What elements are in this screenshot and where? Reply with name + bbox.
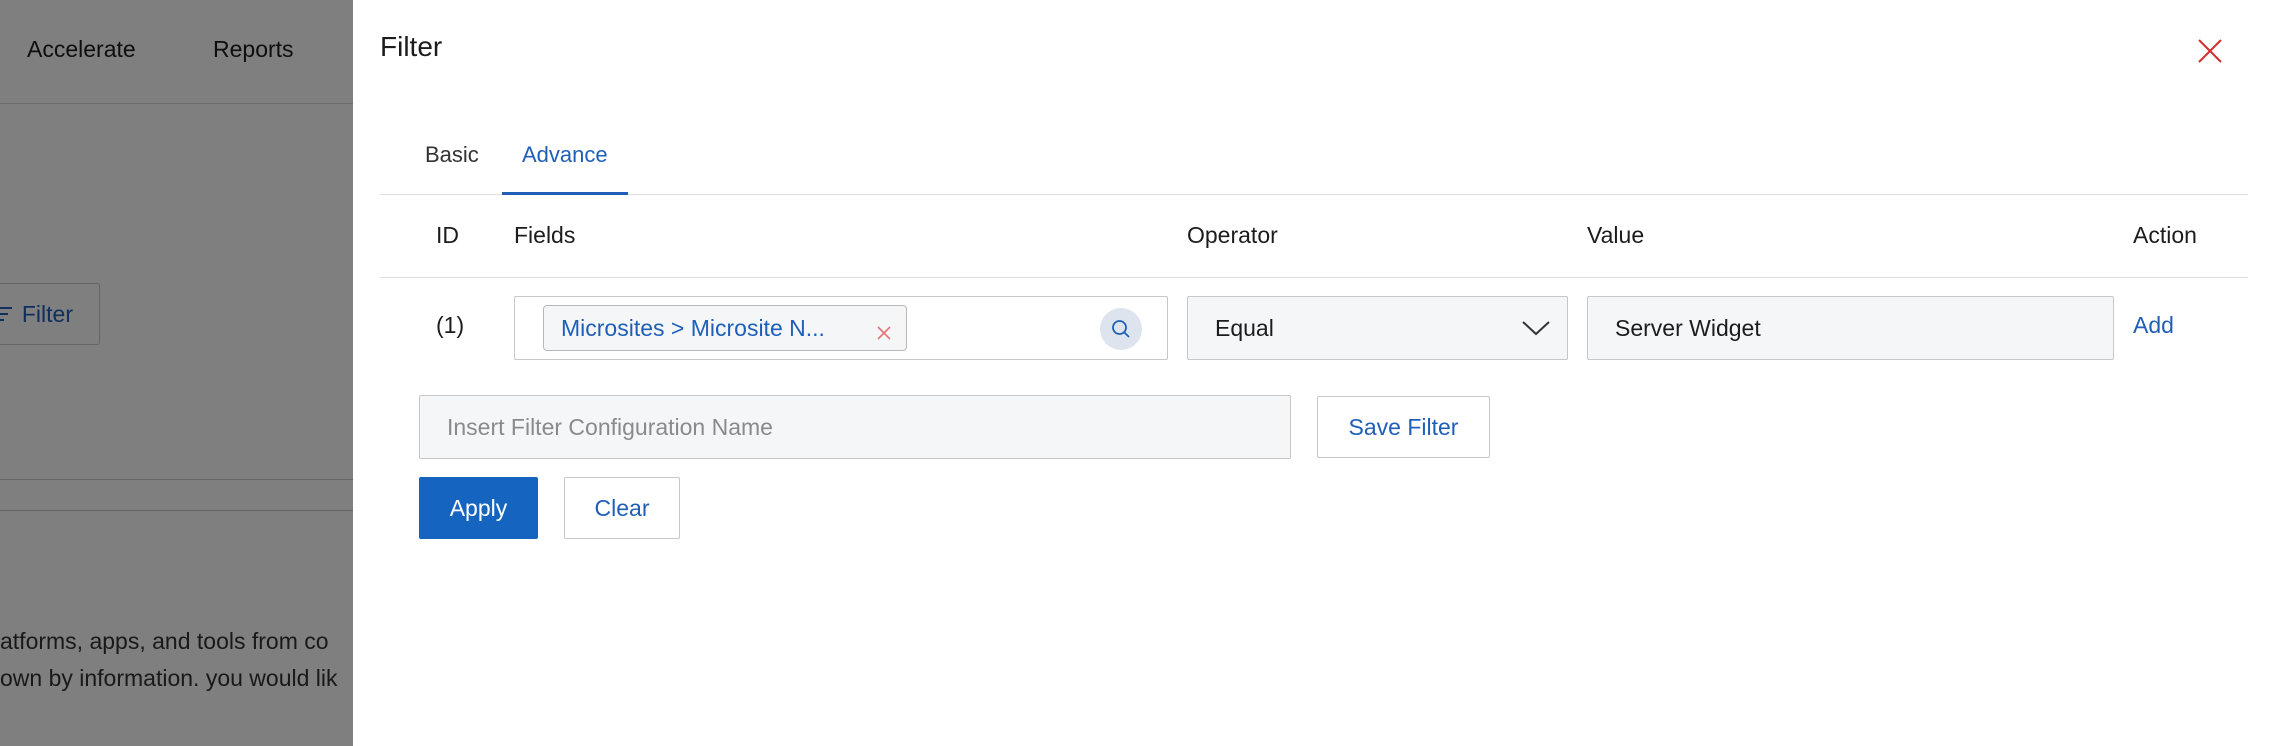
close-icon[interactable] [2195, 36, 2225, 66]
operator-select[interactable]: Equal [1187, 296, 1568, 360]
fields-selector[interactable]: Microsites > Microsite N... [514, 296, 1168, 360]
header-id: ID [436, 222, 459, 248]
chevron-down-icon [1521, 317, 1551, 337]
add-row-link[interactable]: Add [2133, 312, 2174, 339]
header-fields: Fields [514, 222, 576, 248]
save-filter-button[interactable]: Save Filter [1317, 396, 1490, 458]
tab-basic[interactable]: Basic [405, 120, 499, 195]
header-value: Value [1587, 222, 1645, 248]
tag-close-icon[interactable] [876, 320, 892, 340]
filter-config-name-input[interactable] [419, 395, 1291, 459]
filter-drawer: Filter Basic Advance ID Fields Operator … [353, 0, 2273, 746]
header-action: Action [2133, 222, 2197, 248]
filter-tabs: Basic Advance [380, 120, 2248, 195]
field-tag-label: Microsites > Microsite N... [561, 314, 825, 341]
header-operator: Operator [1187, 222, 1278, 248]
table-header: ID Fields Operator Value Action [380, 195, 2248, 278]
clear-button[interactable]: Clear [564, 477, 680, 539]
drawer-title: Filter [380, 31, 443, 62]
search-icon[interactable] [1100, 308, 1142, 350]
row-id: (1) [436, 312, 465, 338]
apply-button[interactable]: Apply [419, 477, 538, 539]
value-input[interactable] [1587, 296, 2114, 360]
field-tag: Microsites > Microsite N... [543, 305, 907, 351]
operator-value: Equal [1215, 315, 1274, 341]
tab-advance[interactable]: Advance [502, 120, 628, 195]
